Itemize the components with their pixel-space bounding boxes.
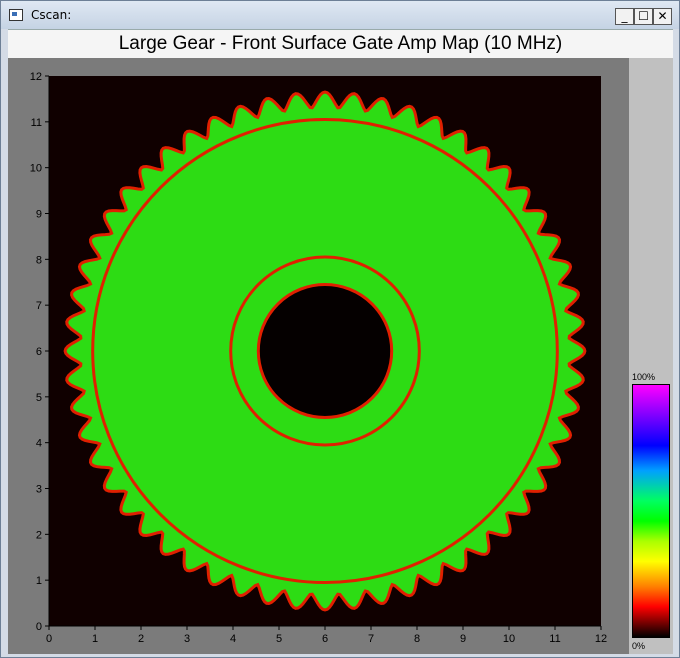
x-tick-label: 1 xyxy=(92,633,98,645)
app-icon[interactable] xyxy=(9,9,23,21)
y-tick-label: 8 xyxy=(36,254,42,266)
x-tick-label: 9 xyxy=(460,633,466,645)
y-tick-label: 4 xyxy=(36,438,42,450)
y-tick-label: 1 xyxy=(36,575,42,587)
y-tick-label: 2 xyxy=(36,529,42,541)
x-tick-label: 5 xyxy=(276,633,282,645)
y-tick-label: 12 xyxy=(30,71,42,83)
x-tick-label: 7 xyxy=(368,633,374,645)
x-tick-label: 12 xyxy=(595,633,607,645)
x-tick-label: 0 xyxy=(46,633,52,645)
plot-title-bar: Large Gear - Front Surface Gate Amp Map … xyxy=(8,29,673,58)
window-title: Cscan: xyxy=(31,8,72,22)
maximize-button[interactable]: ☐ xyxy=(634,8,653,25)
y-tick-label: 11 xyxy=(31,117,42,129)
plot-title: Large Gear - Front Surface Gate Amp Map … xyxy=(118,33,563,54)
y-tick-label: 9 xyxy=(36,209,42,221)
y-tick-label: 10 xyxy=(30,163,42,175)
x-tick-label: 8 xyxy=(414,633,420,645)
y-tick-label: 7 xyxy=(36,300,42,312)
cscan-plot[interactable]: 0 1 2 3 4 5 6 7 8 9 10 11 120123456789101112 xyxy=(8,58,629,654)
x-tick-label: 10 xyxy=(503,633,515,645)
x-tick-label: 11 xyxy=(549,633,560,645)
x-tick-label: 3 xyxy=(184,633,190,645)
colorbar xyxy=(632,384,670,638)
colorbar-min-label: 0% xyxy=(632,641,646,651)
bore xyxy=(256,283,394,419)
title-bar[interactable]: Cscan: _ ☐ ✕ xyxy=(1,1,679,29)
y-tick-label: 5 xyxy=(36,392,42,404)
y-tick-label: 3 xyxy=(36,484,42,496)
gear-image xyxy=(63,90,587,612)
colorbar-max-label: 100% xyxy=(632,372,656,382)
x-tick-label: 4 xyxy=(230,633,236,645)
cscan-window: Cscan: _ ☐ ✕ Large Gear - Front Surface … xyxy=(0,0,680,658)
minimize-button[interactable]: _ xyxy=(615,8,634,25)
y-tick-label: 6 xyxy=(36,346,42,358)
close-button[interactable]: ✕ xyxy=(653,8,672,25)
y-tick-label: 0 xyxy=(36,621,42,633)
x-tick-label: 6 xyxy=(322,633,328,645)
x-tick-label: 2 xyxy=(138,633,144,645)
